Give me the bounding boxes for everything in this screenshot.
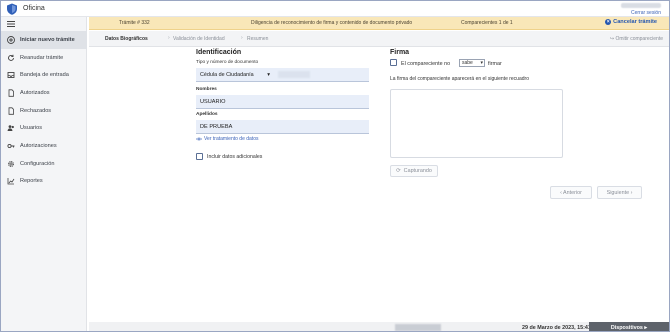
sidebar-item-label: Autorizaciones [20, 142, 57, 149]
signature-pad[interactable] [390, 89, 563, 158]
menu-icon[interactable] [7, 21, 15, 27]
sidebar-item-autorizaciones[interactable]: Autorizaciones [1, 137, 87, 155]
nombres-input[interactable]: USUARIO [196, 95, 369, 109]
sidebar-item-configuracion[interactable]: Configuración [1, 155, 87, 173]
resume-icon [8, 54, 14, 61]
document-icon [8, 106, 14, 115]
comparecientes-count: Comparecientes 1 de 1 [461, 20, 513, 26]
doc-number-redacted[interactable] [278, 71, 310, 78]
firmar-suffix: firmar [488, 60, 502, 67]
firma-title: Firma [390, 49, 410, 56]
cannot-sign-checkbox[interactable] [390, 59, 397, 66]
signature-helper-text: La firma del compareciente aparecerá en … [390, 76, 529, 82]
footer-datetime: 29 de Marzo de 2023, 15:41 [522, 324, 591, 331]
gear-icon [8, 160, 14, 167]
tramite-description: Diligencia de reconocimiento de firma y … [251, 20, 413, 26]
capture-label: Capturando [403, 168, 432, 174]
nombres-label: Nombres [196, 87, 217, 92]
inbox-icon [7, 72, 15, 79]
treatment-data-link[interactable]: Ver tratamiento de datos [196, 136, 258, 142]
step-datos-biograficos: Datos Biográficos [105, 36, 148, 42]
app-window: Oficina Cerrar sesión Iniciar nuevo trám… [0, 0, 670, 332]
sidebar-item-autorizados[interactable]: Autorizados [1, 84, 87, 102]
sidebar-item-label: Autorizados [20, 89, 50, 96]
key-icon [7, 143, 15, 149]
step-validacion-identidad: Validación de Identidad [173, 36, 225, 42]
sidebar-item-label: Iniciar nuevo trámite [20, 36, 75, 43]
footer: 29 de Marzo de 2023, 15:41 Dispositivos … [89, 322, 669, 331]
next-button[interactable]: Siguiente › [597, 186, 642, 199]
compareciente-prefix: El compareciente no [401, 60, 451, 67]
tramite-notice-bar: Trámite # 332 Diligencia de reconocimien… [89, 17, 669, 30]
top-bar: Oficina Cerrar sesión [1, 1, 669, 17]
apellidos-label: Apellidos [196, 112, 218, 117]
tramite-number: Trámite # 332 [119, 20, 150, 26]
omit-compareciente-link[interactable]: ↪ Omitir compareciente [610, 36, 663, 42]
user-block: Cerrar sesión [621, 3, 661, 16]
wizard-stepper: Datos Biográficos › Validación de Identi… [89, 31, 669, 47]
doc-type-select[interactable]: Cédula de Ciudadanía ▾ [198, 70, 272, 80]
sidebar-item-label: Reportes [20, 178, 43, 185]
sidebar-item-bandeja-de-entrada[interactable]: Bandeja de entrada [1, 66, 87, 84]
user-name-redacted [621, 3, 661, 8]
sidebar-item-label: Rechazados [20, 107, 52, 114]
devices-button[interactable]: Dispositivos ▸ [589, 322, 669, 331]
cancel-tramite-button[interactable]: × Cancelar trámite [605, 19, 657, 25]
doc-type-label: Tipo y número de documento [196, 60, 259, 65]
version-redacted [395, 324, 441, 331]
sabe-value: sabe [462, 60, 473, 66]
chevron-right-icon: › [168, 35, 170, 41]
close-icon: × [605, 19, 612, 25]
sidebar-item-rechazados[interactable]: Rechazados [1, 102, 87, 120]
users-icon [7, 125, 14, 132]
plus-circle-icon [7, 35, 15, 44]
sabe-select[interactable]: sabe ▾ [459, 59, 485, 67]
chevron-down-icon: ▾ [480, 60, 483, 66]
treatment-link-label: Ver tratamiento de datos [204, 136, 259, 142]
additional-data-label: Incluir datos adicionales [207, 154, 263, 160]
previous-button[interactable]: ‹ Anterior [550, 186, 592, 199]
refresh-icon: ⟳ [396, 168, 401, 174]
document-field-group: Cédula de Ciudadanía ▾ [196, 68, 369, 82]
chevron-right-icon: › [241, 35, 243, 41]
sidebar-item-usuarios[interactable]: Usuarios [1, 119, 87, 137]
document-icon [8, 89, 14, 97]
sidebar-item-label: Reanudar trámite [20, 54, 64, 61]
eye-icon [196, 137, 202, 141]
sidebar-item-iniciar-nuevo-tramite[interactable]: Iniciar nuevo trámite [1, 31, 87, 49]
sidebar-item-label: Usuarios [20, 125, 43, 132]
sidebar-item-reportes[interactable]: Reportes [1, 173, 87, 191]
cancel-tramite-label: Cancelar trámite [613, 19, 657, 25]
omit-label: Omitir compareciente [615, 36, 663, 42]
logout-link[interactable]: Cerrar sesión [621, 10, 661, 16]
step-resumen: Resumen [247, 36, 269, 42]
shield-logo-icon [7, 3, 17, 15]
app-title: Oficina [23, 5, 45, 12]
sidebar-item-label: Configuración [20, 160, 55, 167]
chevron-down-icon: ▾ [267, 72, 270, 78]
chart-icon [7, 178, 15, 185]
sidebar-item-label: Bandeja de entrada [20, 72, 69, 79]
sidebar-nav: Iniciar nuevo trámite Reanudar trámite B… [1, 31, 87, 190]
doc-type-value: Cédula de Ciudadanía [200, 72, 254, 78]
sidebar: Iniciar nuevo trámite Reanudar trámite B… [1, 17, 87, 331]
capture-button[interactable]: ⟳ Capturando [390, 165, 438, 177]
sidebar-item-reanudar-tramite[interactable]: Reanudar trámite [1, 49, 87, 67]
additional-data-checkbox[interactable] [196, 153, 203, 160]
identificacion-title: Identificación [196, 49, 242, 56]
apellidos-input[interactable]: DE PRUEBA [196, 120, 369, 134]
